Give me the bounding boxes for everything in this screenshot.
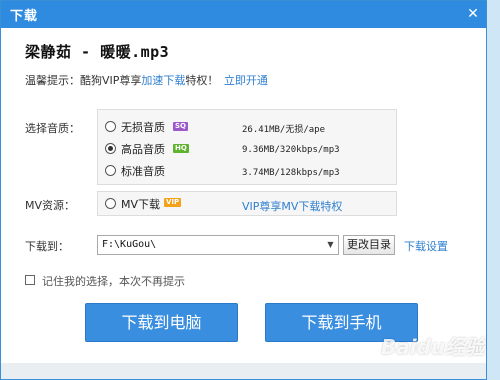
quality-radio-standard[interactable] bbox=[105, 165, 116, 176]
quality-spec-lossless: 26.41MB/无损/ape bbox=[242, 125, 326, 135]
vip-tip: 温馨提示：酷狗VIP尊享加速下载特权！ 立即开通 bbox=[25, 72, 268, 88]
download-to-label: 下载到： bbox=[25, 240, 69, 253]
vip-badge: VIP bbox=[164, 198, 182, 207]
remember-label: 记住我的选择，本次不再提示 bbox=[42, 275, 185, 288]
quality-radio-lossless[interactable] bbox=[105, 121, 116, 132]
song-title: 梁静茹 - 暖暖.mp3 bbox=[25, 43, 170, 61]
accelerate-download-link[interactable]: 加速下载 bbox=[141, 74, 185, 87]
download-dialog: 下载 ✕ 梁静茹 - 暖暖.mp3 温馨提示：酷狗VIP尊享加速下载特权！ 立即… bbox=[0, 0, 487, 380]
quality-radio-high[interactable] bbox=[105, 143, 116, 154]
quality-option-standard[interactable]: 标准音质 bbox=[121, 163, 165, 179]
tip-suffix: 特权！ bbox=[185, 74, 219, 87]
remember-checkbox[interactable] bbox=[25, 275, 35, 285]
tip-prefix: 温馨提示：酷狗VIP尊享 bbox=[25, 74, 142, 87]
title-bar[interactable]: 下载 ✕ bbox=[1, 1, 486, 28]
quality-option-high[interactable]: 高品音质 bbox=[121, 141, 165, 157]
mv-radio[interactable] bbox=[105, 198, 116, 209]
download-path-input[interactable]: F:\KuGou\ bbox=[97, 235, 339, 255]
background-edge bbox=[487, 0, 500, 380]
mv-label: MV资源： bbox=[25, 199, 76, 212]
sq-badge: SQ bbox=[173, 122, 188, 131]
bottom-strip bbox=[1, 363, 486, 379]
quality-spec-high: 9.36MB/320kbps/mp3 bbox=[242, 145, 340, 155]
chevron-down-icon[interactable]: ▼ bbox=[323, 236, 338, 254]
change-directory-button[interactable]: 更改目录 bbox=[343, 235, 395, 255]
mv-download-option[interactable]: MV下载 bbox=[121, 196, 160, 212]
download-to-pc-button[interactable]: 下载到电脑 bbox=[85, 303, 238, 342]
quality-option-lossless[interactable]: 无损音质 bbox=[121, 119, 165, 135]
baidu-watermark: Baidu经验 bbox=[381, 335, 486, 359]
hq-badge: HQ bbox=[173, 144, 189, 153]
download-settings-link[interactable]: 下载设置 bbox=[404, 238, 448, 254]
window-title: 下载 bbox=[10, 9, 39, 24]
activate-now-link[interactable]: 立即开通 bbox=[224, 74, 268, 87]
mv-vip-link[interactable]: VIP尊享MV下载特权 bbox=[242, 198, 342, 214]
quality-label: 选择音质： bbox=[25, 122, 80, 135]
close-icon[interactable]: ✕ bbox=[462, 3, 484, 25]
quality-spec-standard: 3.74MB/128kbps/mp3 bbox=[242, 168, 340, 178]
